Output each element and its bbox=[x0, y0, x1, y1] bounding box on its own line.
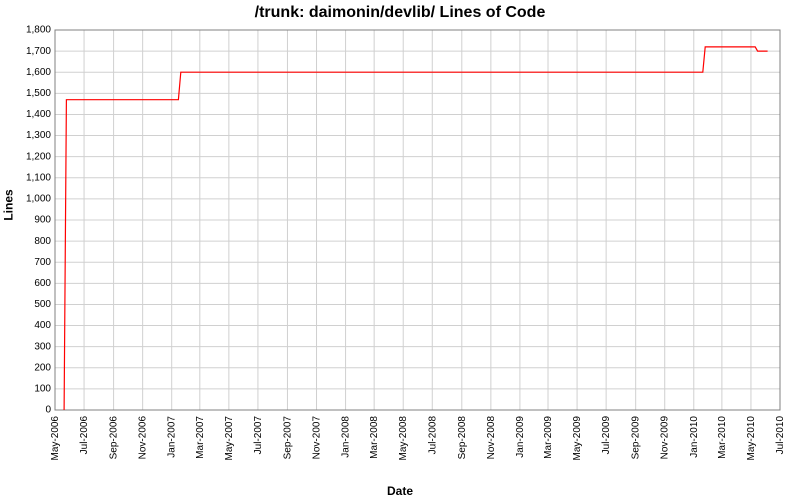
svg-text:1,800: 1,800 bbox=[26, 25, 51, 36]
svg-text:Jan-2008: Jan-2008 bbox=[341, 416, 352, 458]
y-tick-labels: 0 100 200 300 400 500 600 700 800 900 1,000 1,100 1,… bbox=[26, 25, 51, 416]
svg-text:Sep-2009: Sep-2009 bbox=[631, 416, 642, 460]
svg-text:300: 300 bbox=[34, 341, 51, 352]
svg-text:Jan-2007: Jan-2007 bbox=[167, 416, 178, 458]
svg-text:400: 400 bbox=[34, 320, 51, 331]
svg-text:1,400: 1,400 bbox=[26, 109, 51, 120]
x-axis-label: Date bbox=[0, 484, 800, 498]
svg-text:1,600: 1,600 bbox=[26, 67, 51, 78]
svg-text:Jan-2009: Jan-2009 bbox=[515, 416, 526, 458]
svg-text:800: 800 bbox=[34, 236, 51, 247]
chart-title: /trunk: daimonin/devlib/ Lines of Code bbox=[0, 4, 800, 22]
plot-area: 01002003004005006007008009001,0001,1001,… bbox=[55, 30, 780, 410]
svg-text:May-2010: May-2010 bbox=[746, 416, 757, 461]
svg-text:500: 500 bbox=[34, 299, 51, 310]
svg-text:May-2009: May-2009 bbox=[572, 416, 583, 461]
x-tick-labels: May-2006 Jul-2006 Sep-2006 Nov-2006 Jan-2007… bbox=[50, 416, 786, 461]
svg-text:Jan-2010: Jan-2010 bbox=[689, 416, 700, 458]
svg-text:Sep-2008: Sep-2008 bbox=[457, 416, 468, 460]
svg-text:Nov-2008: Nov-2008 bbox=[486, 416, 497, 460]
svg-text:1,100: 1,100 bbox=[26, 172, 51, 183]
svg-text:Jul-2008: Jul-2008 bbox=[427, 416, 438, 455]
svg-text:1,700: 1,700 bbox=[26, 46, 51, 57]
y-axis-label: Lines bbox=[2, 0, 16, 410]
chart-svg: 01002003004005006007008009001,0001,1001,… bbox=[55, 30, 780, 410]
svg-text:May-2006: May-2006 bbox=[50, 416, 61, 461]
svg-text:600: 600 bbox=[34, 278, 51, 289]
svg-text:Nov-2006: Nov-2006 bbox=[138, 416, 149, 460]
svg-text:Nov-2007: Nov-2007 bbox=[312, 416, 323, 460]
svg-text:Mar-2007: Mar-2007 bbox=[195, 416, 206, 459]
svg-text:May-2008: May-2008 bbox=[398, 416, 409, 461]
svg-text:Jul-2006: Jul-2006 bbox=[79, 416, 90, 455]
svg-text:200: 200 bbox=[34, 362, 51, 373]
chart-container: /trunk: daimonin/devlib/ Lines of Code L… bbox=[0, 0, 800, 500]
svg-text:1,000: 1,000 bbox=[26, 194, 51, 205]
y-gridlines bbox=[55, 30, 780, 410]
svg-text:100: 100 bbox=[34, 384, 51, 395]
svg-text:0: 0 bbox=[45, 405, 51, 416]
svg-text:Jul-2010: Jul-2010 bbox=[775, 416, 786, 455]
svg-text:Sep-2007: Sep-2007 bbox=[282, 416, 293, 460]
svg-text:Jul-2007: Jul-2007 bbox=[253, 416, 264, 455]
svg-text:700: 700 bbox=[34, 257, 51, 268]
svg-text:Sep-2006: Sep-2006 bbox=[109, 416, 120, 460]
svg-text:1,300: 1,300 bbox=[26, 130, 51, 141]
svg-text:1,200: 1,200 bbox=[26, 151, 51, 162]
svg-text:Nov-2009: Nov-2009 bbox=[660, 416, 671, 460]
svg-text:Mar-2008: Mar-2008 bbox=[369, 416, 380, 459]
svg-text:Mar-2010: Mar-2010 bbox=[717, 416, 728, 459]
line-series bbox=[64, 47, 768, 410]
svg-text:1,500: 1,500 bbox=[26, 88, 51, 99]
svg-text:Mar-2009: Mar-2009 bbox=[543, 416, 554, 459]
svg-text:May-2007: May-2007 bbox=[224, 416, 235, 461]
svg-text:900: 900 bbox=[34, 215, 51, 226]
svg-text:Jul-2009: Jul-2009 bbox=[601, 416, 612, 455]
